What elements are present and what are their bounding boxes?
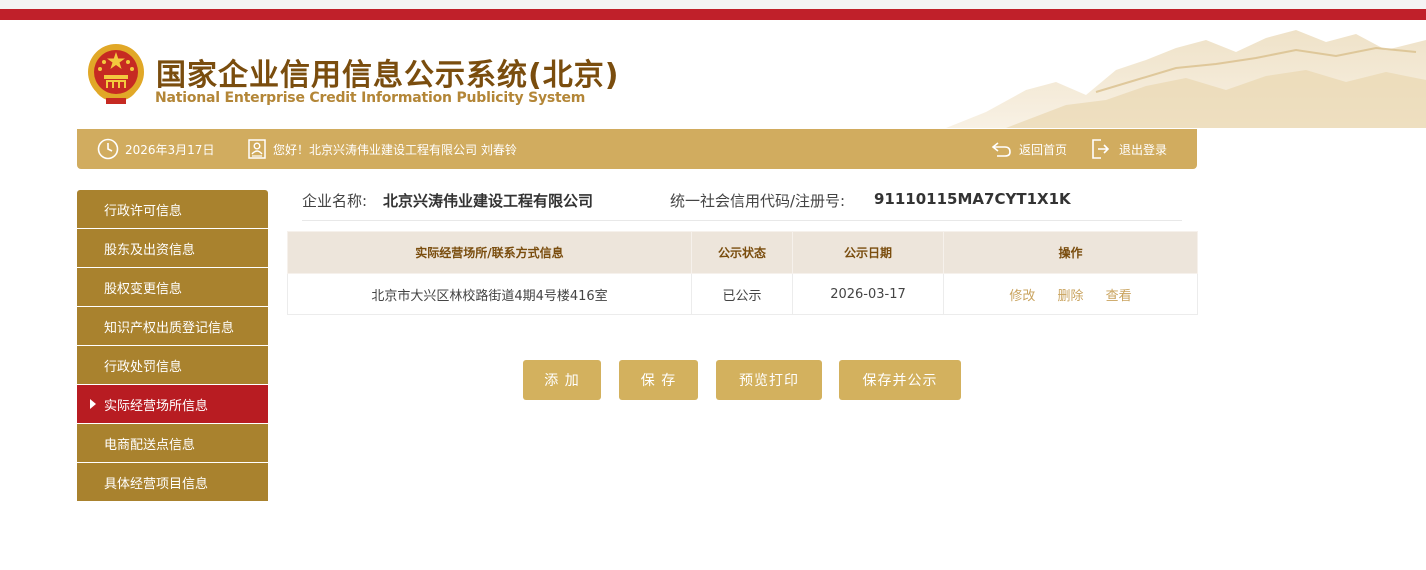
top-red-bar (0, 9, 1426, 20)
national-emblem-icon (88, 44, 144, 104)
sidebar-menu: 行政许可信息 股东及出资信息 股权变更信息 知识产权出质登记信息 行政处罚信息 … (77, 190, 268, 502)
sidebar-item-label: 股东及出资信息 (104, 242, 196, 258)
greeting-text: 您好！北京兴涛伟业建设工程有限公司 刘春铃 (273, 142, 517, 157)
top-stripe (0, 0, 1426, 9)
cell-address: 北京市大兴区林校路街道4期4号楼416室 (287, 273, 692, 315)
delete-link[interactable]: 删除 (1057, 289, 1083, 304)
column-header-ops: 操作 (943, 231, 1198, 274)
great-wall-mountains-decoration (946, 30, 1426, 128)
action-buttons: 添 加 保 存 预览打印 保存并公示 (0, 360, 1426, 400)
preview-print-button[interactable]: 预览打印 (716, 360, 822, 400)
sidebar-item-label: 具体经营项目信息 (104, 476, 209, 492)
sidebar-item-shareholders[interactable]: 股东及出资信息 (77, 229, 268, 267)
logout-icon (1092, 139, 1110, 159)
column-header-address: 实际经营场所/联系方式信息 (287, 231, 692, 274)
sidebar-item-label: 电商配送点信息 (104, 437, 196, 453)
user-card-icon (248, 139, 266, 159)
edit-link[interactable]: 修改 (1009, 289, 1035, 304)
user-greeting: 您好！北京兴涛伟业建设工程有限公司 刘春铃 (247, 129, 517, 169)
column-header-status: 公示状态 (691, 231, 793, 274)
clock-icon (97, 138, 119, 160)
home-link[interactable]: 返回首页 (991, 129, 1067, 169)
sidebar-item-admin-license[interactable]: 行政许可信息 (77, 190, 268, 228)
logout-label: 退出登录 (1119, 142, 1168, 157)
site-title-en: National Enterprise Credit Information P… (155, 90, 586, 106)
premises-table: 实际经营场所/联系方式信息 公示状态 公示日期 操作 北京市大兴区林校路街道4期… (287, 231, 1198, 315)
credit-code-value: 91110115MA7CYT1X1K (874, 190, 1071, 208)
date-display: 2026年3月17日 (97, 129, 214, 169)
return-arrow-icon (991, 142, 1011, 157)
current-date: 2026年3月17日 (125, 142, 215, 157)
logout-link[interactable]: 退出登录 (1089, 129, 1167, 169)
column-header-date: 公示日期 (792, 231, 944, 274)
add-button[interactable]: 添 加 (523, 360, 601, 400)
company-name-label: 企业名称: (302, 192, 368, 210)
save-publish-button[interactable]: 保存并公示 (839, 360, 961, 400)
sidebar-item-business-items[interactable]: 具体经营项目信息 (77, 463, 268, 501)
site-header: 国家企业信用信息公示系统(北京) National Enterprise Cre… (0, 20, 1426, 130)
sidebar-item-equity-change[interactable]: 股权变更信息 (77, 268, 268, 306)
site-title-cn: 国家企业信用信息公示系统(北京) (156, 58, 620, 93)
cell-ops: 修改 删除 查看 (943, 273, 1198, 315)
table-row: 北京市大兴区林校路街道4期4号楼416室 已公示 2026-03-17 修改 删… (287, 273, 1198, 315)
cell-date: 2026-03-17 (792, 273, 944, 315)
save-button[interactable]: 保 存 (619, 360, 698, 400)
sidebar-item-label: 行政许可信息 (104, 203, 183, 219)
view-link[interactable]: 查看 (1106, 289, 1132, 304)
sidebar-item-ecommerce-delivery[interactable]: 电商配送点信息 (77, 424, 268, 462)
home-label: 返回首页 (1019, 142, 1068, 157)
sidebar-item-label: 知识产权出质登记信息 (104, 320, 235, 336)
company-info: 企业名称: 北京兴涛伟业建设工程有限公司 统一社会信用代码/注册号: 91110… (302, 186, 1182, 221)
info-bar: 2026年3月17日 您好！北京兴涛伟业建设工程有限公司 刘春铃 返回首页 退出… (77, 129, 1197, 169)
sidebar-item-ip-pledge[interactable]: 知识产权出质登记信息 (77, 307, 268, 345)
company-name-value: 北京兴涛伟业建设工程有限公司 (383, 192, 594, 210)
active-arrow-icon (90, 399, 96, 409)
sidebar-item-label: 股权变更信息 (104, 281, 183, 297)
credit-code-label: 统一社会信用代码/注册号: (670, 192, 846, 210)
cell-status: 已公示 (691, 273, 793, 315)
table-header-row: 实际经营场所/联系方式信息 公示状态 公示日期 操作 (287, 231, 1198, 274)
